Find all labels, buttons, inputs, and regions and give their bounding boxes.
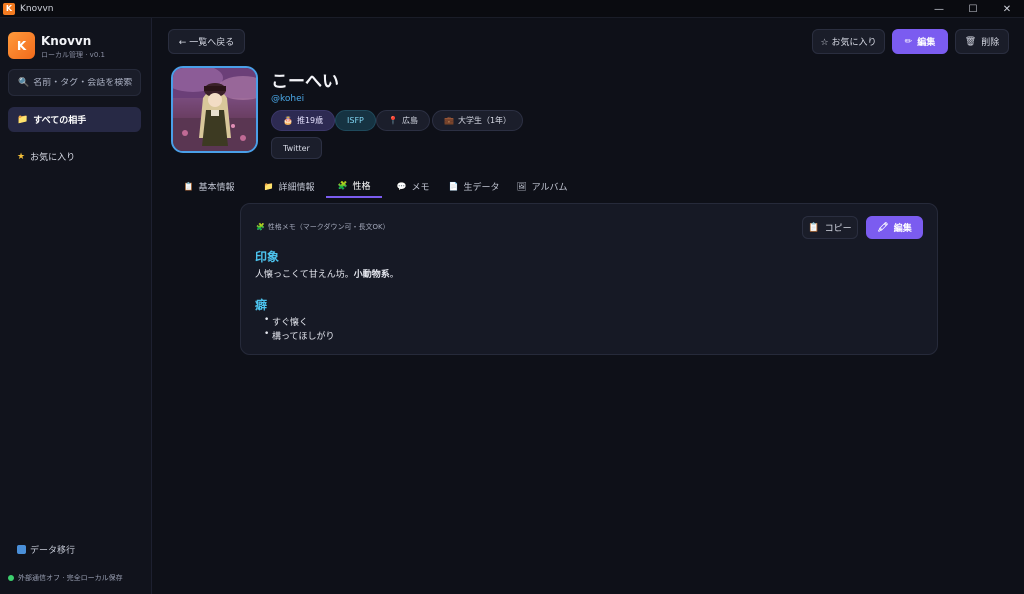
puzzle-icon: 🧩 (256, 223, 265, 231)
mbti-chip-label: ISFP (347, 116, 364, 125)
brand-name: Knovvn (41, 34, 92, 48)
twitter-link[interactable]: Twitter (271, 137, 322, 159)
section-heading: 印象 (255, 250, 280, 264)
migration-label: データ移行 (30, 546, 76, 556)
twitter-link-label: Twitter (283, 143, 310, 153)
tab-label: 基本情報 (198, 182, 235, 193)
job-chip: 💼 大学生（1年） (432, 110, 524, 131)
sidebar-item-label: すべての相手 (33, 116, 87, 126)
card-label-text: 性格メモ（マークダウン可・長文OK） (267, 223, 390, 231)
briefcase-icon: 💼 (444, 116, 454, 125)
folder-icon: 📁 (17, 114, 29, 125)
tab-album[interactable]: 🖼 アルバム (516, 174, 568, 198)
pin-icon: 📍 (388, 116, 398, 125)
pencil-icon: 🖍 (877, 222, 889, 233)
tab-basic-info[interactable]: 📋 基本情報 (172, 174, 246, 198)
copy-button[interactable]: 📋 コピー (802, 216, 858, 239)
document-icon: 📄 (448, 181, 459, 191)
status-text: 外部通信オフ · 完全ローカル保存 (18, 574, 123, 582)
status-indicator: 外部通信オフ · 完全ローカル保存 (8, 573, 123, 583)
delete-button[interactable]: 🗑 削除 (955, 29, 1009, 54)
card-edit-button[interactable]: 🖍 編集 (866, 216, 923, 239)
sidebar: K Knovvn ローカル管理 · v0.1 🔍 📁 すべての相手 ★ お気に入… (0, 18, 152, 594)
avatar (171, 66, 258, 153)
sidebar-item-favorites[interactable]: ★ お気に入り (8, 144, 141, 169)
age-chip-label: 推19歳 (296, 116, 324, 125)
puzzle-icon: 🧩 (337, 180, 348, 190)
favorite-button-label: ☆ お気に入り (820, 38, 877, 48)
search-icon: 🔍 (18, 77, 30, 88)
paragraph-bold-text: 小動物系 (353, 270, 390, 280)
search-input[interactable] (33, 77, 134, 88)
delete-button-label: 削除 (981, 38, 1000, 48)
tab-label: 性格 (352, 181, 371, 192)
sidebar-item-all[interactable]: 📁 すべての相手 (8, 107, 141, 132)
tab-memo[interactable]: 💬 メモ (390, 174, 436, 198)
back-button[interactable]: ← 一覧へ戻る (168, 29, 245, 54)
section-heading: 癖 (255, 298, 268, 312)
edit-button-label: 編集 (917, 38, 936, 48)
personality-card: 🧩 性格メモ（マークダウン可・長文OK） 📋 コピー 🖍 編集 印象 人懐っこくて… (240, 203, 938, 355)
location-chip: 📍 広島 (376, 110, 430, 131)
pencil-icon: ✏ (904, 36, 913, 47)
tab-details[interactable]: 📁 詳細情報 (252, 174, 326, 198)
window-title: Knovvn (20, 3, 54, 14)
window-controls: — ☐ ✕ (922, 0, 1024, 18)
tab-label: 詳細情報 (278, 182, 315, 193)
picture-icon: 🖼 (516, 181, 527, 191)
favorite-button[interactable]: ☆ お気に入り (812, 29, 885, 54)
back-button-label: ← 一覧へ戻る (178, 38, 235, 48)
brand-logo: K (8, 32, 35, 59)
folder-icon: 📁 (263, 181, 274, 191)
speech-bubble-icon: 💬 (396, 181, 407, 191)
maximize-icon[interactable]: ☐ (956, 0, 990, 18)
migration-icon (17, 545, 26, 554)
location-chip-label: 広島 (401, 116, 418, 125)
data-migration-link[interactable]: データ移行 (17, 543, 75, 556)
sidebar-item-label: お気に入り (30, 153, 76, 163)
tab-raw-data[interactable]: 📄 生データ (448, 174, 500, 198)
profile-name: こーへい (271, 72, 339, 92)
cake-icon: 🎂 (283, 116, 293, 125)
clipboard-icon: 📋 (183, 181, 194, 191)
clipboard-icon: 📋 (808, 222, 820, 233)
minimize-icon[interactable]: — (922, 0, 956, 18)
list-item: すぐ懐く (264, 315, 308, 328)
tab-personality[interactable]: 🧩 性格 (326, 174, 382, 198)
close-icon[interactable]: ✕ (990, 0, 1024, 18)
brand-subtitle: ローカル管理 · v0.1 (41, 51, 105, 59)
copy-button-label: コピー (824, 224, 852, 234)
search-box[interactable]: 🔍 (8, 69, 141, 96)
avatar-image (173, 68, 256, 151)
tab-label: アルバム (531, 182, 568, 193)
paragraph-end: 。 (389, 270, 399, 280)
tab-label: メモ (411, 182, 430, 193)
card-label: 🧩 性格メモ（マークダウン可・長文OK） (256, 222, 390, 232)
app-icon: K (3, 2, 15, 15)
star-icon: ★ (17, 151, 26, 162)
edit-button[interactable]: ✏ 編集 (892, 29, 948, 54)
age-chip: 🎂 推19歳 (271, 110, 336, 131)
profile-handle[interactable]: @kohei (271, 94, 304, 104)
status-dot-icon (8, 575, 14, 581)
section-paragraph: 人懐っこくて甘えん坊。小動物系。 (255, 267, 399, 280)
card-edit-button-label: 編集 (893, 224, 912, 234)
paragraph-text: 人懐っこくて甘えん坊。 (255, 270, 354, 280)
list-item: 構ってほしがり (264, 329, 335, 342)
mbti-chip: ISFP (335, 110, 376, 131)
job-chip-label: 大学生（1年） (457, 116, 512, 125)
tab-label: 生データ (463, 182, 500, 193)
title-bar: K Knovvn — ☐ ✕ (0, 0, 1024, 18)
trash-icon: 🗑 (964, 36, 977, 47)
